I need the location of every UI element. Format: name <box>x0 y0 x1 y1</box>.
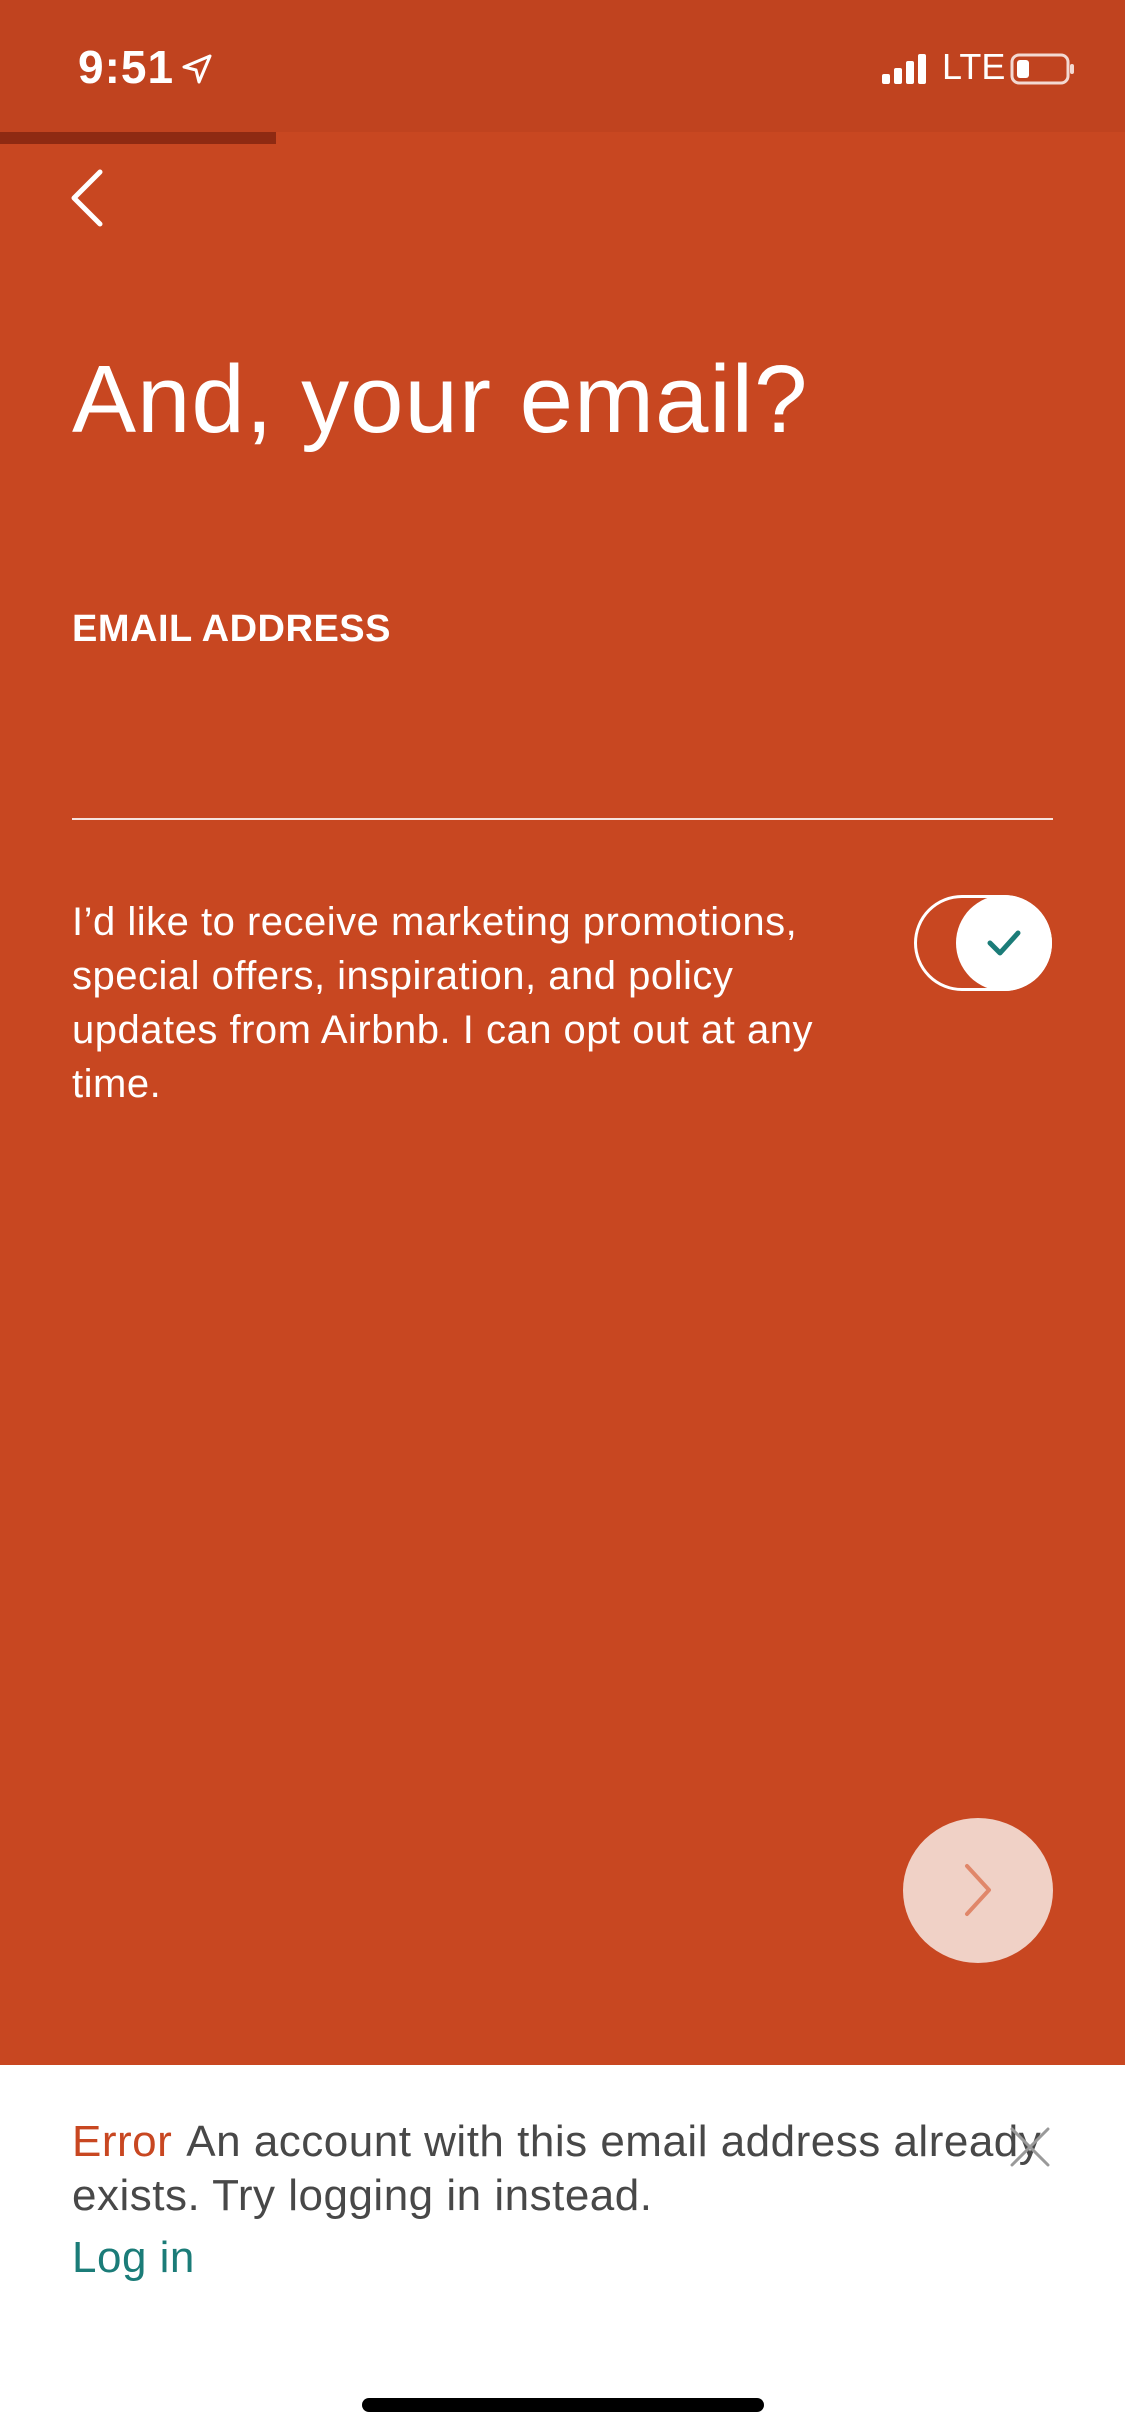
error-text: An account with this email address alrea… <box>72 2117 1042 2220</box>
back-button[interactable] <box>60 160 120 236</box>
cellular-signal-icon <box>882 54 926 84</box>
signup-progress-fill <box>0 132 276 144</box>
error-message: Error An account with this email address … <box>72 2115 1082 2223</box>
error-panel: Error An account with this email address … <box>0 2065 1125 2436</box>
dismiss-error-button[interactable] <box>1006 2123 1054 2171</box>
chevron-left-icon <box>71 169 103 227</box>
close-icon <box>1010 2127 1050 2167</box>
email-field[interactable] <box>72 690 1053 820</box>
signup-progress-bar <box>0 132 1125 144</box>
log-in-link[interactable]: Log in <box>72 2233 195 2283</box>
status-bar: 9:51 LTE <box>0 0 1125 132</box>
marketing-opt-in-toggle[interactable] <box>914 895 1052 991</box>
next-button[interactable] <box>903 1818 1053 1963</box>
network-label: LTE <box>942 46 1006 87</box>
location-arrow-icon <box>182 54 212 84</box>
email-field-label: EMAIL ADDRESS <box>72 608 391 650</box>
toggle-knob <box>956 895 1052 991</box>
error-label: Error <box>72 2117 173 2166</box>
status-time: 9:51 <box>78 41 175 93</box>
page-title: And, your email? <box>72 346 809 453</box>
battery-low-icon <box>1010 53 1074 85</box>
checkmark-icon <box>987 930 1021 956</box>
marketing-consent-text: I’d like to receive marketing promotions… <box>72 900 813 1106</box>
chevron-right-icon <box>965 1864 991 1916</box>
home-indicator <box>362 2398 764 2412</box>
